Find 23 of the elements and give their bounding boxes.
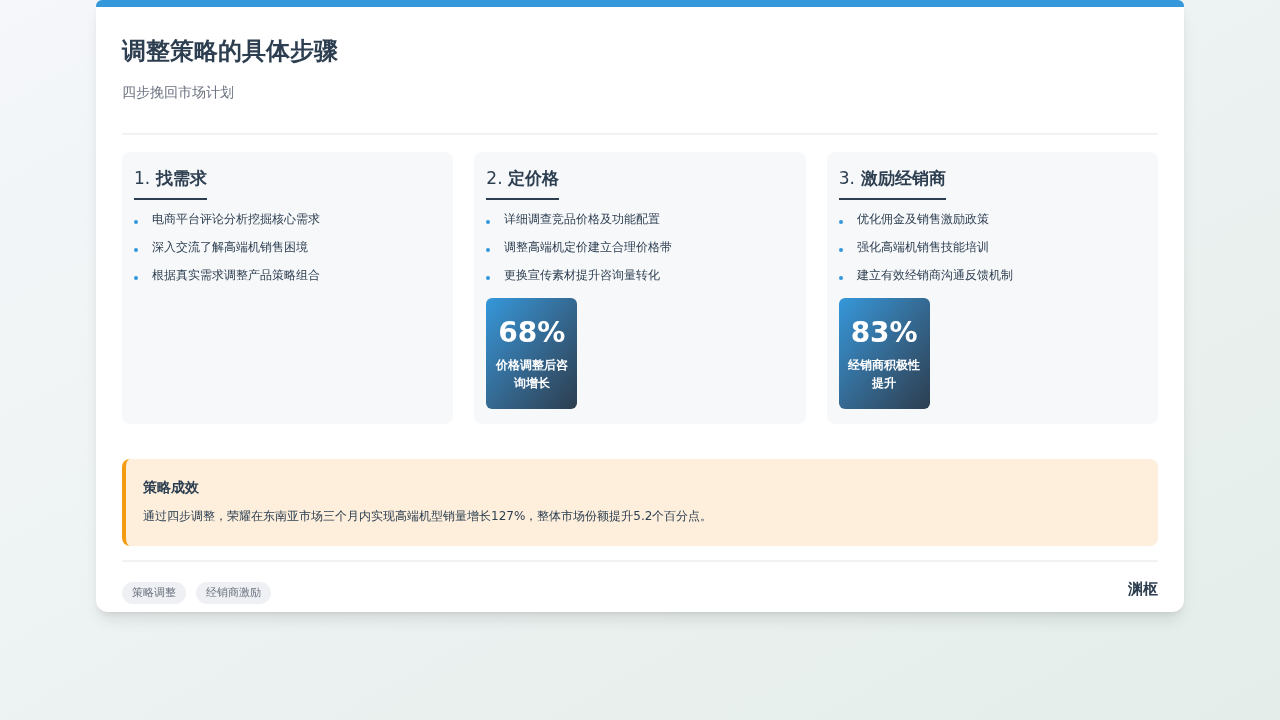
brand-name: 渊枢 xyxy=(1128,579,1158,600)
step-bullet-text: 调整高端机定价建立合理价格带 xyxy=(504,238,673,256)
step-bullet-text: 更换宣传素材提升咨询量转化 xyxy=(504,266,661,284)
stat-value: 83% xyxy=(850,315,918,350)
result-text: 通过四步调整，荣耀在东南亚市场三个月内实现高端机型销量增长127%，整体市场份额提升5.2个百分点。 xyxy=(143,508,714,525)
result-title: 策略成效 xyxy=(143,478,200,497)
step-title: 2. 定价格 xyxy=(486,167,560,190)
stat-label: 经销商积极性提升 xyxy=(847,356,922,392)
tag-chip: 经销商激励 xyxy=(196,582,271,604)
step-bullet-text: 详细调查竞品价格及功能配置 xyxy=(504,210,661,228)
tag-chip: 策略调整 xyxy=(122,582,186,604)
stat-label: 价格调整后咨询增长 xyxy=(494,356,569,392)
step-title: 3. 激励经销商 xyxy=(838,167,946,190)
step-bullet-text: 建立有效经销商沟通反馈机制 xyxy=(856,266,1013,284)
step-bullet-text: 优化佣金及销售激励政策 xyxy=(856,210,989,228)
slide-subtitle: 四步挽回市场计划 xyxy=(122,83,235,102)
step-bullet-text: 电商平台评论分析挖掘核心需求 xyxy=(152,210,320,228)
step-bullet-text: 深入交流了解高端机销售困境 xyxy=(152,238,308,256)
slide-title: 调整策略的具体步骤 xyxy=(122,36,339,67)
stat-value: 68% xyxy=(498,315,566,350)
step-bullet-text: 强化高端机销售技能培训 xyxy=(856,238,989,256)
step-bullet-text: 根据真实需求调整产品策略组合 xyxy=(152,266,320,284)
step-title: 1. 找需求 xyxy=(134,167,208,190)
